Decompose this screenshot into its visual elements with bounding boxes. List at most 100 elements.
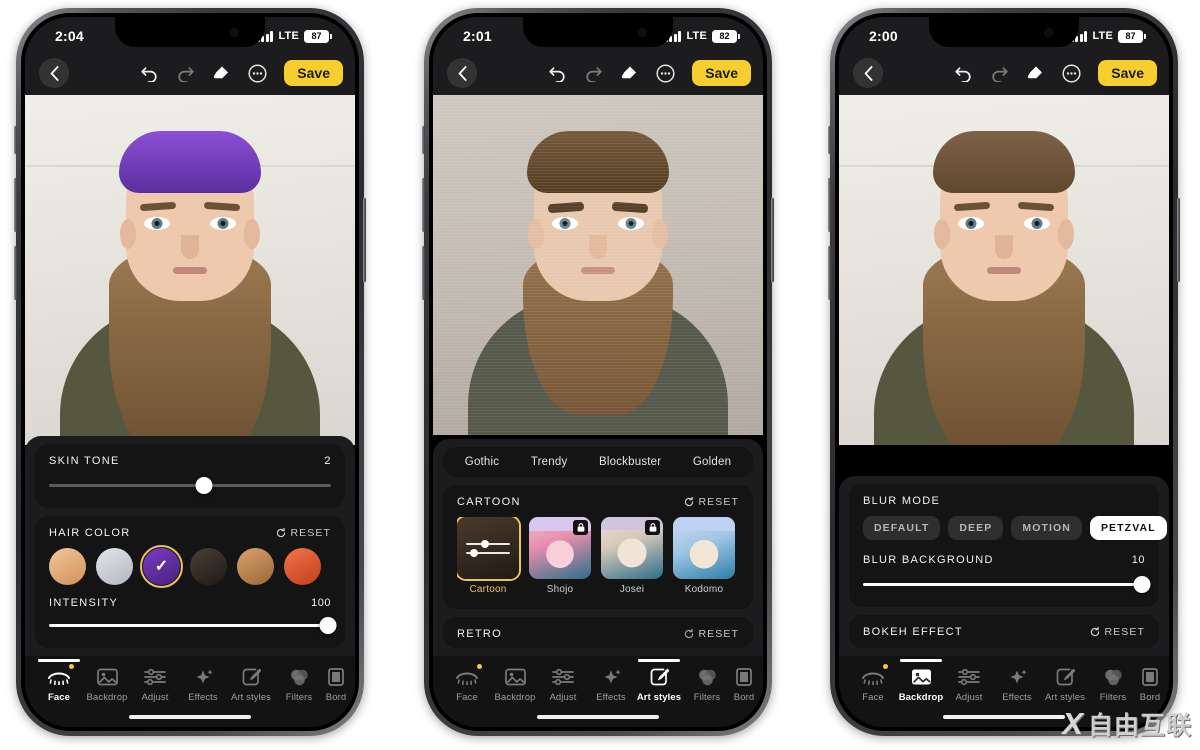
home-indicator[interactable] bbox=[25, 707, 355, 727]
power-button[interactable] bbox=[1177, 198, 1180, 282]
tab-face-label: Face bbox=[456, 692, 478, 703]
retro-reset-label: RESET bbox=[698, 628, 739, 640]
tab-effects[interactable]: Effects bbox=[587, 665, 635, 703]
power-button[interactable] bbox=[363, 198, 366, 282]
style-item-cartoon[interactable]: Cartoon bbox=[457, 517, 519, 595]
volume-up-button[interactable] bbox=[828, 178, 831, 232]
tab-borders[interactable]: Bord bbox=[323, 665, 349, 703]
hair-swatch-black[interactable] bbox=[190, 548, 227, 585]
more-options-button[interactable] bbox=[650, 58, 680, 88]
volume-down-button[interactable] bbox=[422, 246, 425, 300]
tab-face[interactable]: Face bbox=[35, 659, 83, 703]
eraser-button[interactable] bbox=[1020, 58, 1050, 88]
preset-golden[interactable]: Golden bbox=[693, 456, 731, 468]
more-options-button[interactable] bbox=[242, 58, 272, 88]
tab-borders[interactable]: Bord bbox=[731, 665, 757, 703]
style-thumb-josei bbox=[601, 517, 663, 579]
undo-button[interactable] bbox=[542, 58, 572, 88]
photo-preview[interactable] bbox=[839, 95, 1169, 445]
mute-switch[interactable] bbox=[14, 126, 17, 154]
power-button[interactable] bbox=[771, 198, 774, 282]
tab-filters[interactable]: Filters bbox=[1089, 665, 1137, 703]
notch bbox=[523, 17, 673, 47]
tab-adjust[interactable]: Adjust bbox=[131, 665, 179, 703]
editor-sheet: SKIN TONE 2 HAIR COLOR RESET ✓ INTENSITY… bbox=[25, 436, 355, 727]
eraser-button[interactable] bbox=[614, 58, 644, 88]
bokeh-reset-button[interactable]: RESET bbox=[1090, 626, 1145, 638]
more-options-button[interactable] bbox=[1056, 58, 1086, 88]
skin-tone-slider[interactable] bbox=[49, 476, 331, 494]
intensity-slider[interactable] bbox=[49, 616, 337, 634]
blur-mode-motion[interactable]: MOTION bbox=[1011, 516, 1082, 540]
network-label: LTE bbox=[1092, 30, 1113, 42]
tab-effects[interactable]: Effects bbox=[179, 665, 227, 703]
style-item-shojo[interactable]: Shojo bbox=[529, 517, 591, 595]
face-badge-dot bbox=[69, 664, 74, 669]
hair-swatch-purple[interactable]: ✓ bbox=[140, 545, 183, 588]
style-item-josei[interactable]: Josei bbox=[601, 517, 663, 595]
tab-adjust[interactable]: Adjust bbox=[945, 665, 993, 703]
face-icon bbox=[443, 665, 491, 689]
hair-swatch-silver[interactable] bbox=[96, 548, 133, 585]
cartoon-card: CARTOON RESET Cartoon Shojo Josei Kodomo bbox=[443, 485, 753, 609]
blur-background-slider[interactable] bbox=[863, 575, 1151, 593]
retro-reset-button[interactable]: RESET bbox=[684, 628, 739, 640]
tab-filters[interactable]: Filters bbox=[275, 665, 323, 703]
save-button[interactable]: Save bbox=[284, 60, 343, 86]
hair-swatch-brown[interactable] bbox=[237, 548, 274, 585]
tab-art-styles[interactable]: Art styles bbox=[227, 665, 275, 703]
chevron-left-icon bbox=[50, 65, 58, 81]
mute-switch[interactable] bbox=[828, 126, 831, 154]
back-button[interactable] bbox=[853, 58, 883, 88]
blur-mode-petzval[interactable]: PETZVAL bbox=[1089, 516, 1167, 540]
redo-button[interactable] bbox=[984, 58, 1014, 88]
photo-preview[interactable] bbox=[433, 95, 763, 435]
volume-up-button[interactable] bbox=[422, 178, 425, 232]
tab-art-styles[interactable]: Art styles bbox=[635, 659, 683, 703]
preset-trendy[interactable]: Trendy bbox=[531, 456, 568, 468]
blur-mode-default[interactable]: DEFAULT bbox=[863, 516, 941, 540]
preset-gothic[interactable]: Gothic bbox=[465, 456, 499, 468]
save-button[interactable]: Save bbox=[1098, 60, 1157, 86]
tab-face[interactable]: Face bbox=[443, 664, 491, 703]
volume-down-button[interactable] bbox=[828, 246, 831, 300]
border-icon bbox=[731, 665, 757, 689]
tab-backdrop[interactable]: Backdrop bbox=[83, 665, 131, 703]
hair-swatch-blonde[interactable] bbox=[49, 548, 86, 585]
home-indicator[interactable] bbox=[433, 707, 763, 727]
hair-color-reset-button[interactable]: RESET bbox=[276, 527, 331, 539]
back-button[interactable] bbox=[39, 58, 69, 88]
style-item-kodomo[interactable]: Kodomo bbox=[673, 517, 735, 595]
tab-adjust[interactable]: Adjust bbox=[539, 665, 587, 703]
redo-button[interactable] bbox=[578, 58, 608, 88]
eraser-button[interactable] bbox=[206, 58, 236, 88]
volume-up-button[interactable] bbox=[14, 178, 17, 232]
border-icon bbox=[1137, 665, 1163, 689]
tab-adjust-label: Adjust bbox=[549, 692, 577, 703]
back-button[interactable] bbox=[447, 58, 477, 88]
tab-art-styles[interactable]: Art styles bbox=[1041, 665, 1089, 703]
blur-mode-deep[interactable]: DEEP bbox=[948, 516, 1004, 540]
undo-button[interactable] bbox=[134, 58, 164, 88]
redo-icon bbox=[178, 66, 194, 82]
hair-swatch-red[interactable] bbox=[284, 548, 321, 585]
mute-switch[interactable] bbox=[422, 126, 425, 154]
tab-borders[interactable]: Bord bbox=[1137, 665, 1163, 703]
undo-button[interactable] bbox=[948, 58, 978, 88]
preset-blockbuster[interactable]: Blockbuster bbox=[599, 456, 661, 468]
volume-down-button[interactable] bbox=[14, 246, 17, 300]
tab-backdrop[interactable]: Backdrop bbox=[491, 665, 539, 703]
tab-backdrop[interactable]: Backdrop bbox=[897, 659, 945, 703]
retro-card: RETRO RESET bbox=[443, 617, 753, 648]
top-toolbar: Save bbox=[25, 51, 355, 95]
sparkles-icon bbox=[179, 665, 227, 689]
redo-button[interactable] bbox=[170, 58, 200, 88]
tab-effects[interactable]: Effects bbox=[993, 665, 1041, 703]
lock-icon bbox=[573, 520, 588, 535]
tab-face[interactable]: Face bbox=[849, 664, 897, 703]
photo-preview[interactable] bbox=[25, 95, 355, 445]
front-camera-icon bbox=[1044, 28, 1053, 37]
cartoon-reset-button[interactable]: RESET bbox=[684, 496, 739, 508]
tab-filters[interactable]: Filters bbox=[683, 665, 731, 703]
save-button[interactable]: Save bbox=[692, 60, 751, 86]
